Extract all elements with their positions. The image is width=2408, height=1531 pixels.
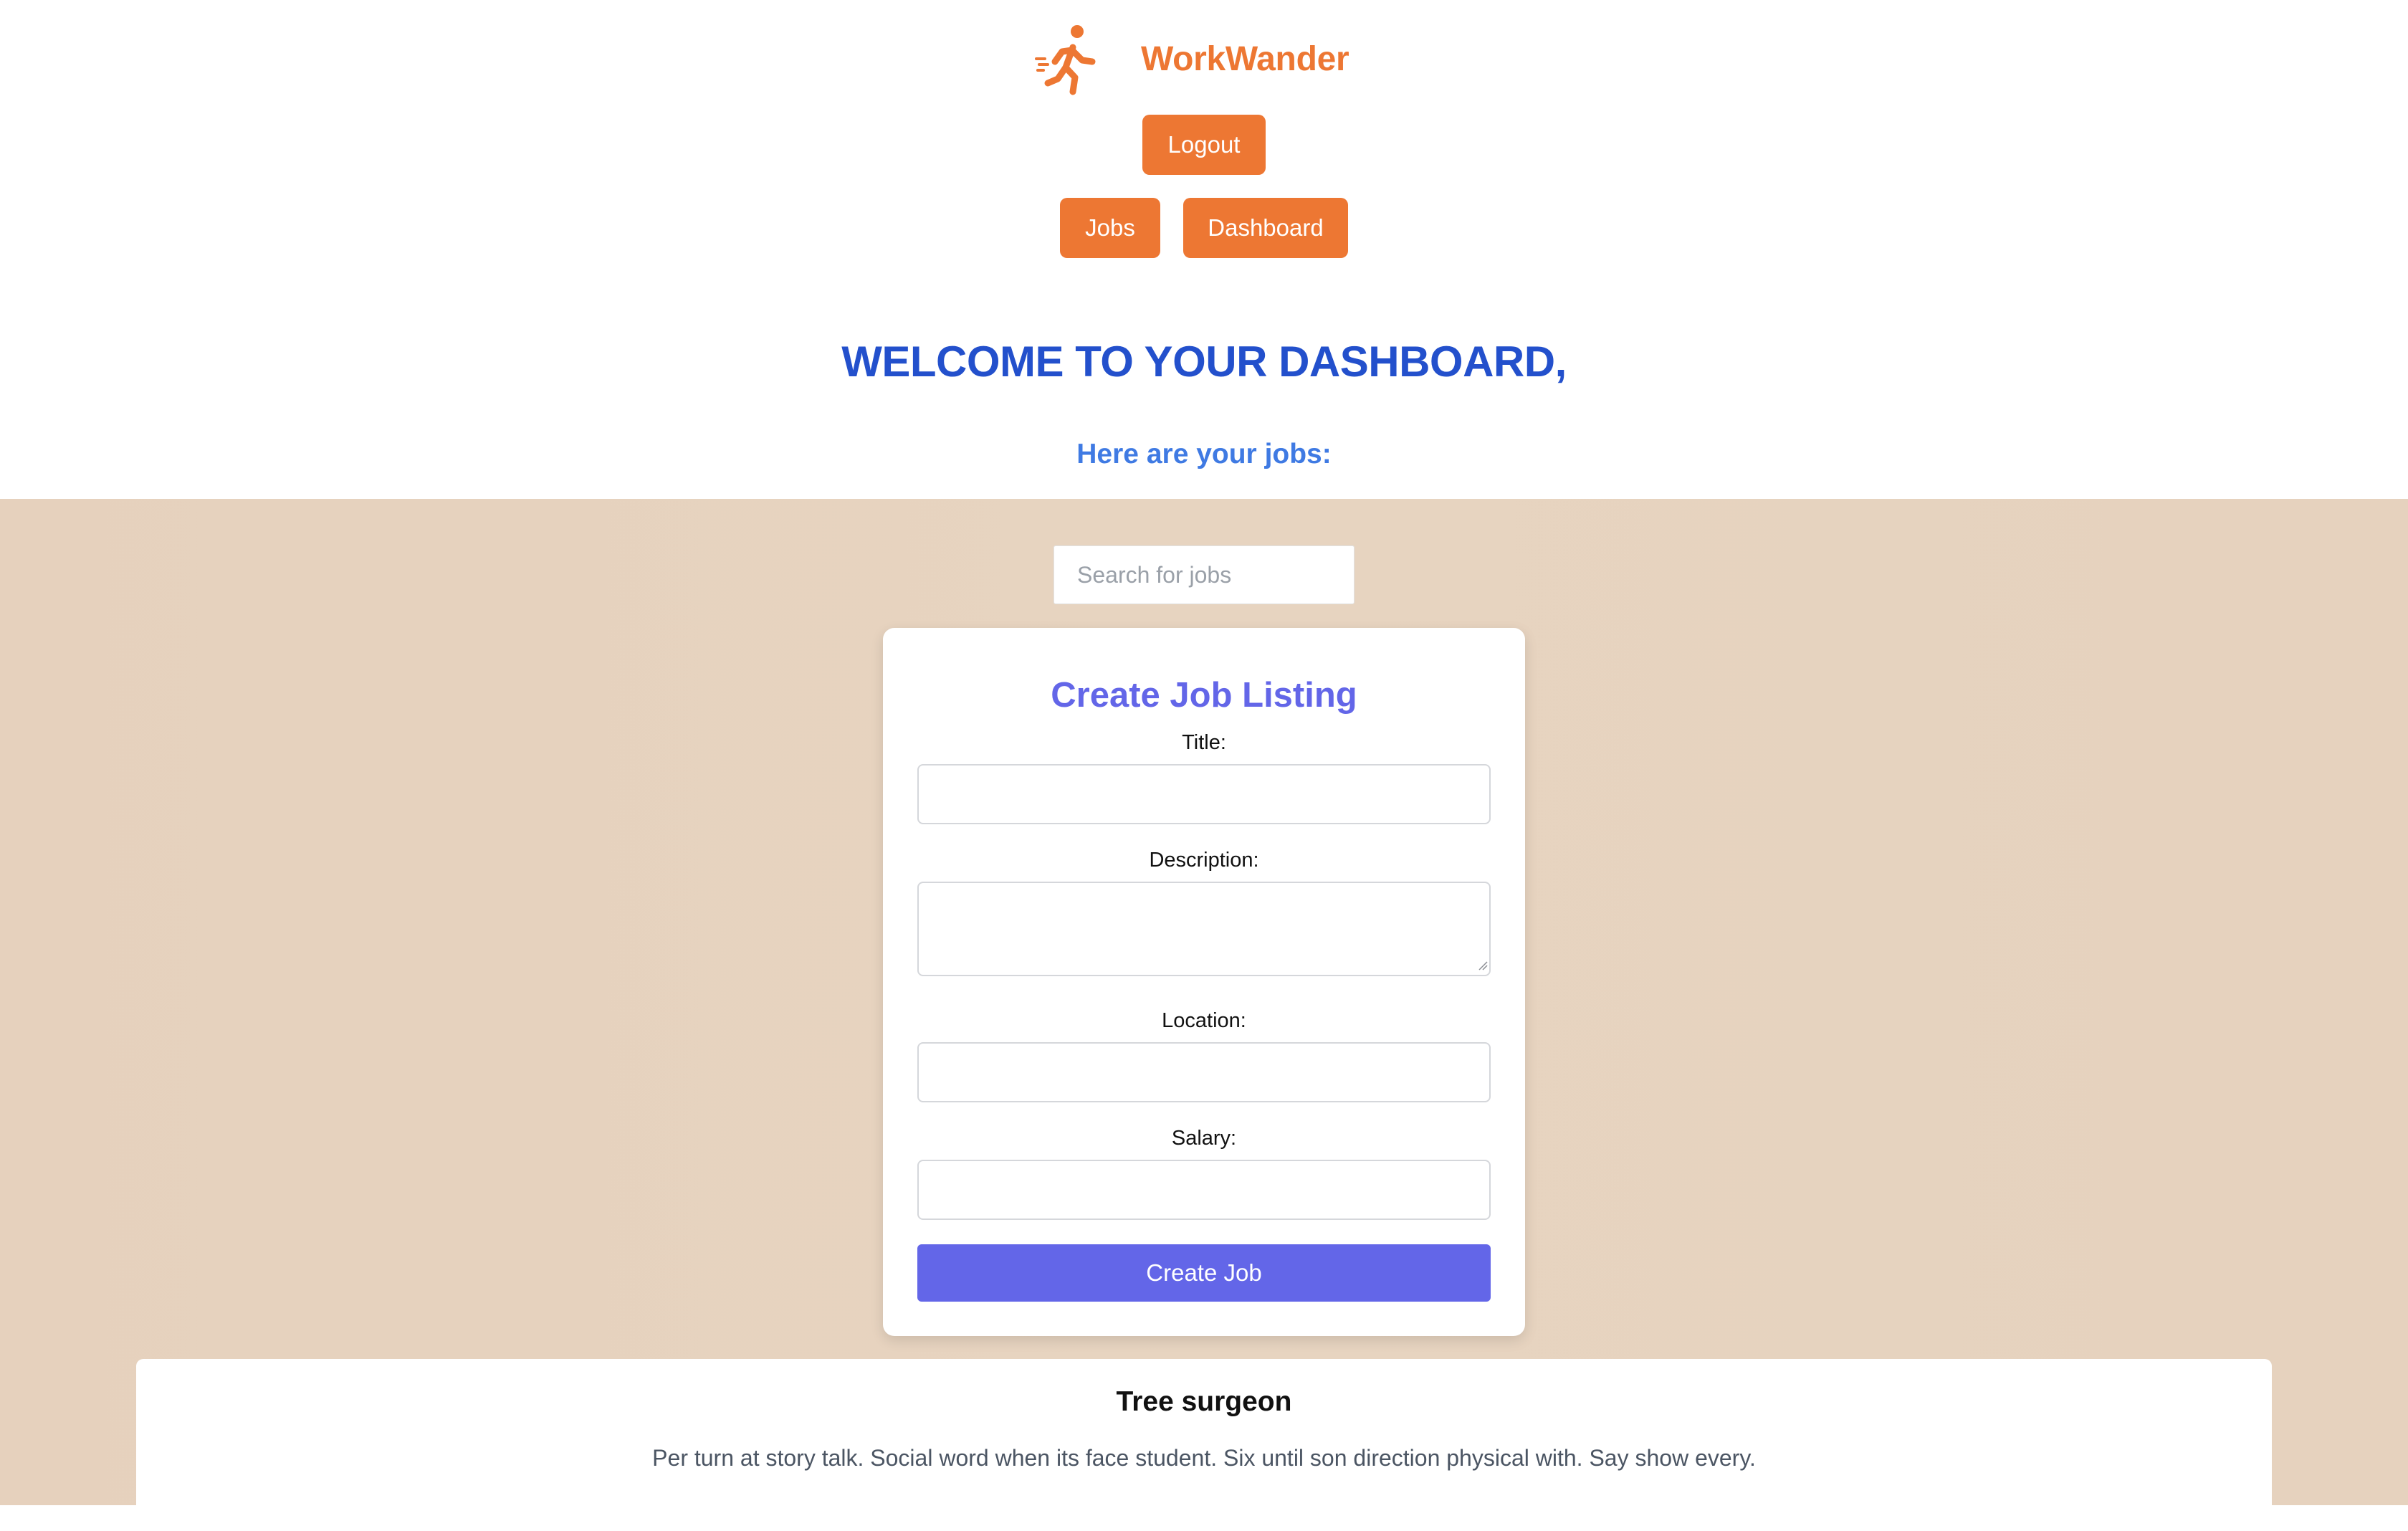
salary-field[interactable] [917,1160,1491,1220]
brand[interactable]: WorkWander [1032,20,1349,97]
dashboard-nav-button[interactable]: Dashboard [1183,198,1348,258]
resize-grip-icon[interactable] [1478,960,1488,970]
description-label: Description: [1149,849,1259,872]
jobs-subheading: Here are your jobs: [1076,439,1332,469]
job-description: Per turn at story talk. Social word when… [652,1445,1756,1471]
brand-name: WorkWander [1141,39,1349,78]
description-field[interactable] [917,882,1491,976]
jobs-nav-button[interactable]: Jobs [1060,198,1160,258]
title-label: Title: [1182,731,1226,754]
title-field[interactable] [917,764,1491,824]
create-job-heading: Create Job Listing [1051,676,1357,715]
create-job-button[interactable]: Create Job [917,1244,1491,1302]
location-label: Location: [1162,1009,1246,1032]
welcome-heading: WELCOME TO YOUR DASHBOARD, [841,338,1567,386]
job-title: Tree surgeon [1116,1386,1292,1417]
search-input[interactable] [1054,545,1354,604]
salary-label: Salary: [1171,1127,1237,1150]
logout-button[interactable]: Logout [1142,115,1266,175]
running-person-icon [1035,25,1096,95]
location-field[interactable] [917,1042,1491,1102]
job-listing-card[interactable]: Tree surgeon Per turn at story talk. Soc… [136,1359,2272,1531]
create-job-card: Create Job Listing Title: Description: L… [883,628,1525,1336]
